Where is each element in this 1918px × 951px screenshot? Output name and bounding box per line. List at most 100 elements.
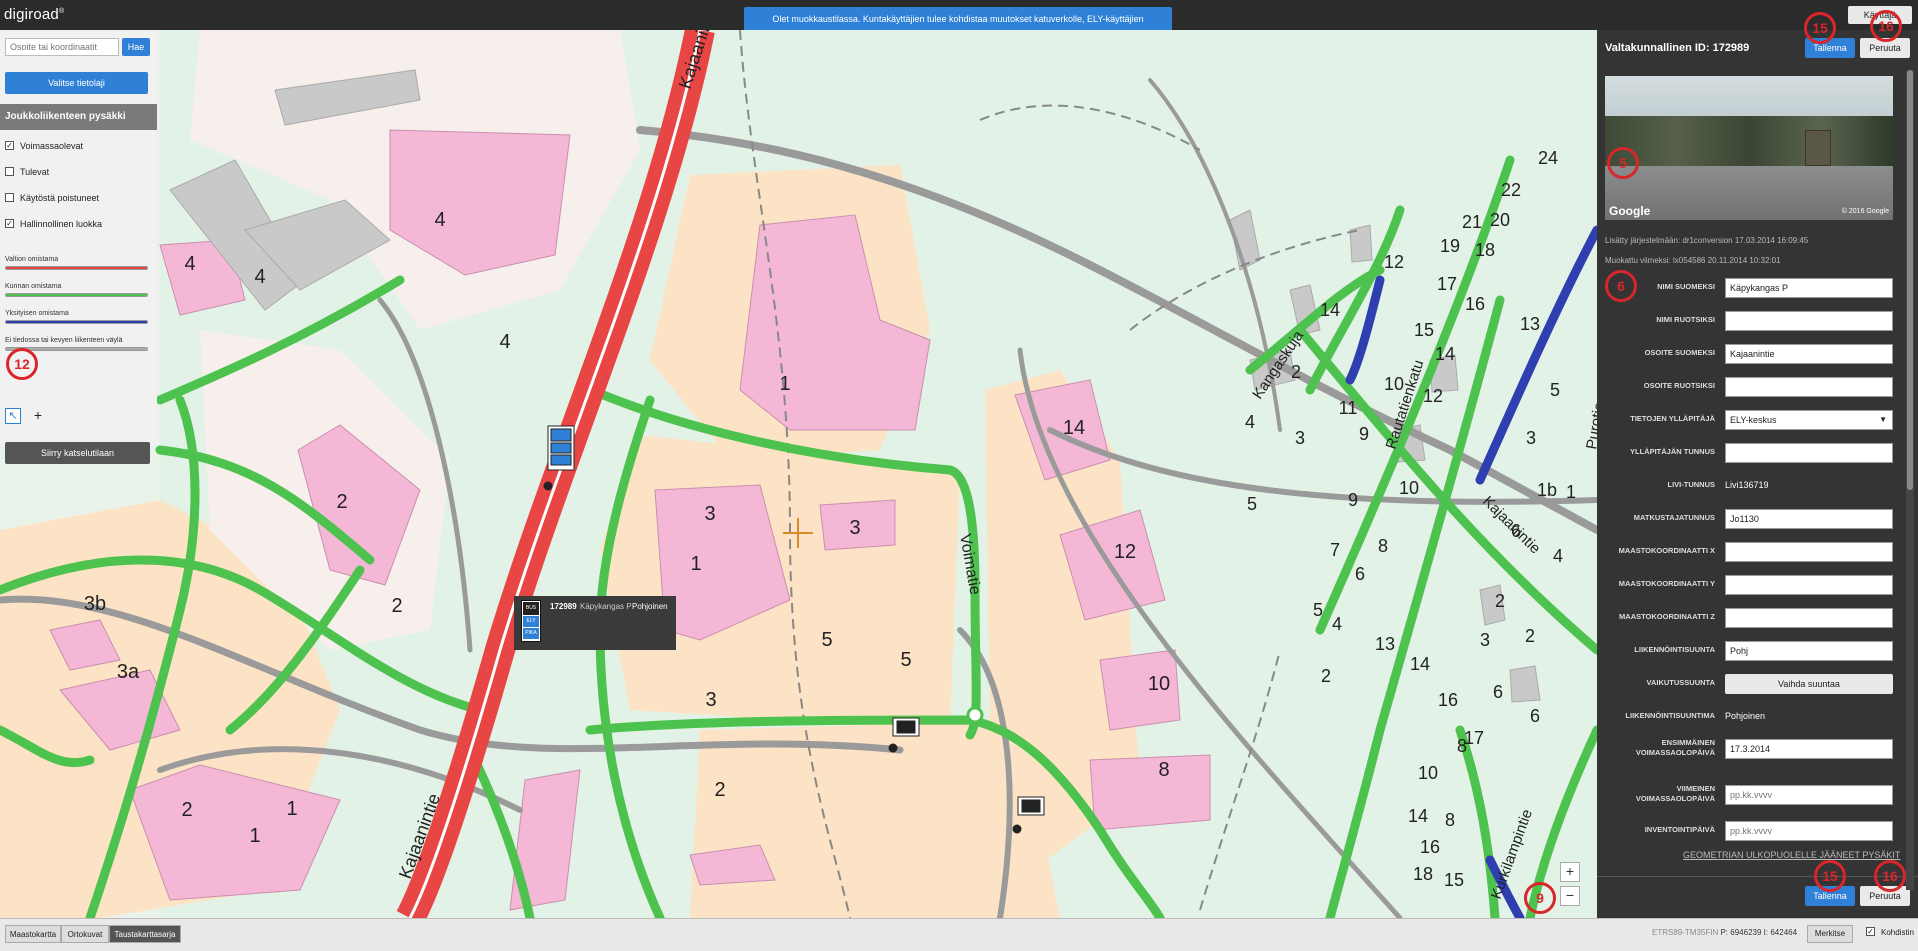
coord-x-input[interactable]: [1725, 542, 1893, 562]
address-sv-input[interactable]: [1725, 377, 1893, 397]
building-number: 13: [1520, 314, 1540, 334]
coord-z-input[interactable]: [1725, 608, 1893, 628]
road-label: Purotie: [1583, 401, 1597, 451]
building-number: 14: [1410, 654, 1430, 674]
top-bar: digiroad® Olet muokkaustilassa. Kuntakäy…: [0, 0, 1918, 48]
mark-button[interactable]: Merkitse: [1807, 925, 1853, 943]
field-label: LIIKENNÖINTISUUNTIMA: [1625, 711, 1715, 720]
building-number: 2: [1321, 666, 1331, 686]
first-valid-date-input[interactable]: [1725, 739, 1893, 759]
view-mode-button[interactable]: Siirry katselutilaan: [5, 442, 150, 464]
chevron-down-icon: ▼: [1879, 415, 1887, 424]
building-number: 1: [249, 825, 260, 847]
change-direction-button[interactable]: Vaihda suuntaa: [1725, 674, 1893, 694]
building-number: 5: [1550, 380, 1560, 400]
select-layer-button[interactable]: Valitse tietolaji: [5, 72, 148, 94]
maintainer-select[interactable]: ELY-keskus ▼: [1725, 410, 1893, 430]
left-panel: Hae Valitse tietolaji Joukkoliikenteen p…: [0, 30, 157, 464]
building-number: 10: [1399, 478, 1419, 498]
checkbox-admin-class[interactable]: ✓ Hallinnollinen luokka: [5, 216, 102, 232]
name-sv-input[interactable]: [1725, 311, 1893, 331]
building-number: 4: [254, 266, 265, 288]
annotation-marker: 16: [1870, 10, 1902, 42]
maintainer-id-input[interactable]: [1725, 443, 1893, 463]
map-canvas[interactable]: Kajaanintie Kajaanintie Voimatie Kangask…: [0, 30, 1597, 918]
outside-geometry-stops-link[interactable]: GEOMETRIAN ULKOPUOLELLE JÄÄNEET PYSÄKIT: [1683, 850, 1900, 860]
building-number: 3: [704, 503, 715, 525]
annotation-marker: 15: [1804, 12, 1836, 44]
zoom-in-button[interactable]: +: [1560, 862, 1580, 882]
building-number: 4: [1553, 546, 1563, 566]
building-number: 10: [1418, 763, 1438, 783]
building-number: 6: [1530, 706, 1540, 726]
building-number: 12: [1423, 386, 1443, 406]
building-number: 4: [434, 209, 445, 231]
crosshair-checkbox[interactable]: ✓ Kohdistin: [1866, 927, 1914, 937]
tab-background-map[interactable]: Taustakarttasarja: [109, 925, 181, 943]
field-label: OSOITE RUOTSIKSI: [1643, 381, 1715, 390]
asset-id: Valtakunnallinen ID: 172989: [1605, 42, 1750, 54]
streetview-image[interactable]: Google © 2016 Google: [1605, 76, 1893, 220]
building-number: 3: [1526, 428, 1536, 448]
bearing-value: Pohjoinen: [1725, 711, 1766, 721]
zoom-out-button[interactable]: −: [1560, 886, 1580, 906]
field-label: VAIKUTUSSUUNTA: [1646, 678, 1715, 687]
field-label: TIETOJEN YLLÄPITÄJÄ: [1630, 414, 1715, 423]
bus-stop-popup[interactable]: BUS ELY PIKA 172989 Käpykangas P Pohjoin…: [514, 596, 676, 650]
building-number: 5: [900, 649, 911, 671]
map-view[interactable]: Kajaanintie Kajaanintie Voimatie Kangask…: [0, 30, 1597, 918]
popup-id: 172989: [550, 602, 577, 611]
field-label: YLLÄPITÄJÄN TUNNUS: [1629, 447, 1715, 456]
building-number: 8: [1445, 810, 1455, 830]
building-number: 8: [1378, 536, 1388, 556]
field-label: MAASTOKOORDINAATTI Y: [1618, 579, 1715, 588]
building-number: 12: [1384, 252, 1404, 272]
checkbox-checked-icon[interactable]: ✓: [5, 219, 14, 229]
checkbox-icon[interactable]: [5, 167, 14, 177]
field-label: NIMI RUOTSIKSI: [1656, 315, 1715, 324]
streetview-copyright: © 2016 Google: [1841, 208, 1889, 215]
building-number: 10: [1148, 673, 1170, 695]
building-number: 1: [690, 553, 701, 575]
layer-title: Joukkoliikenteen pysäkki: [0, 104, 157, 130]
inventory-date-input[interactable]: [1725, 821, 1893, 841]
popup-direction: Pohjoinen: [632, 602, 668, 611]
checkbox-checked-icon[interactable]: ✓: [1866, 927, 1875, 937]
edit-mode-notice: Olet muokkaustilassa. Kuntakäyttäjien tu…: [744, 7, 1172, 48]
building-number: 3: [849, 517, 860, 539]
search-button[interactable]: Hae: [122, 38, 150, 56]
checkbox-checked-icon[interactable]: ✓: [5, 141, 14, 151]
traffic-direction-input[interactable]: [1725, 641, 1893, 661]
checkbox-removed[interactable]: Käytöstä poistuneet: [5, 190, 99, 206]
checkbox-icon[interactable]: [5, 193, 14, 203]
annotation-marker: 15: [1814, 860, 1846, 892]
building-number: 4: [184, 253, 195, 275]
field-label: MAASTOKOORDINAATTI Z: [1619, 612, 1715, 621]
checkbox-future[interactable]: Tulevat: [5, 164, 49, 180]
building-number: 2: [181, 799, 192, 821]
search-input[interactable]: [5, 38, 119, 56]
tab-orthophotos[interactable]: Ortokuvat: [61, 925, 109, 943]
building-number: 14: [1320, 300, 1340, 320]
coord-y-input[interactable]: [1725, 575, 1893, 595]
building-number: 14: [1408, 806, 1428, 826]
google-logo: Google: [1609, 204, 1651, 218]
building-number: 9: [1348, 490, 1358, 510]
add-tool-icon[interactable]: +: [30, 408, 46, 424]
tab-terrain-map[interactable]: Maastokartta: [5, 925, 61, 943]
select-tool-icon[interactable]: ↖: [5, 408, 21, 424]
building-number: 3: [705, 689, 716, 711]
added-info: Lisätty järjestelmään: dr1conversion 17.…: [1605, 236, 1809, 245]
scrollbar[interactable]: [1906, 70, 1914, 890]
last-valid-date-input[interactable]: [1725, 785, 1893, 805]
building-number: 2: [1525, 626, 1535, 646]
building-number: 3: [1295, 428, 1305, 448]
passenger-id-input[interactable]: [1725, 509, 1893, 529]
address-fi-input[interactable]: [1725, 344, 1893, 364]
coordinate-readout: ETRS89-TM35FIN P: 6946239 I: 642464: [1652, 928, 1798, 937]
building-number: 4: [1245, 412, 1255, 432]
field-label: INVENTOINTIPÄIVÄ: [1644, 825, 1715, 834]
name-fi-input[interactable]: [1725, 278, 1893, 298]
checkbox-valid[interactable]: ✓ Voimassaolevat: [5, 138, 83, 154]
building-number: 15: [1444, 870, 1464, 890]
